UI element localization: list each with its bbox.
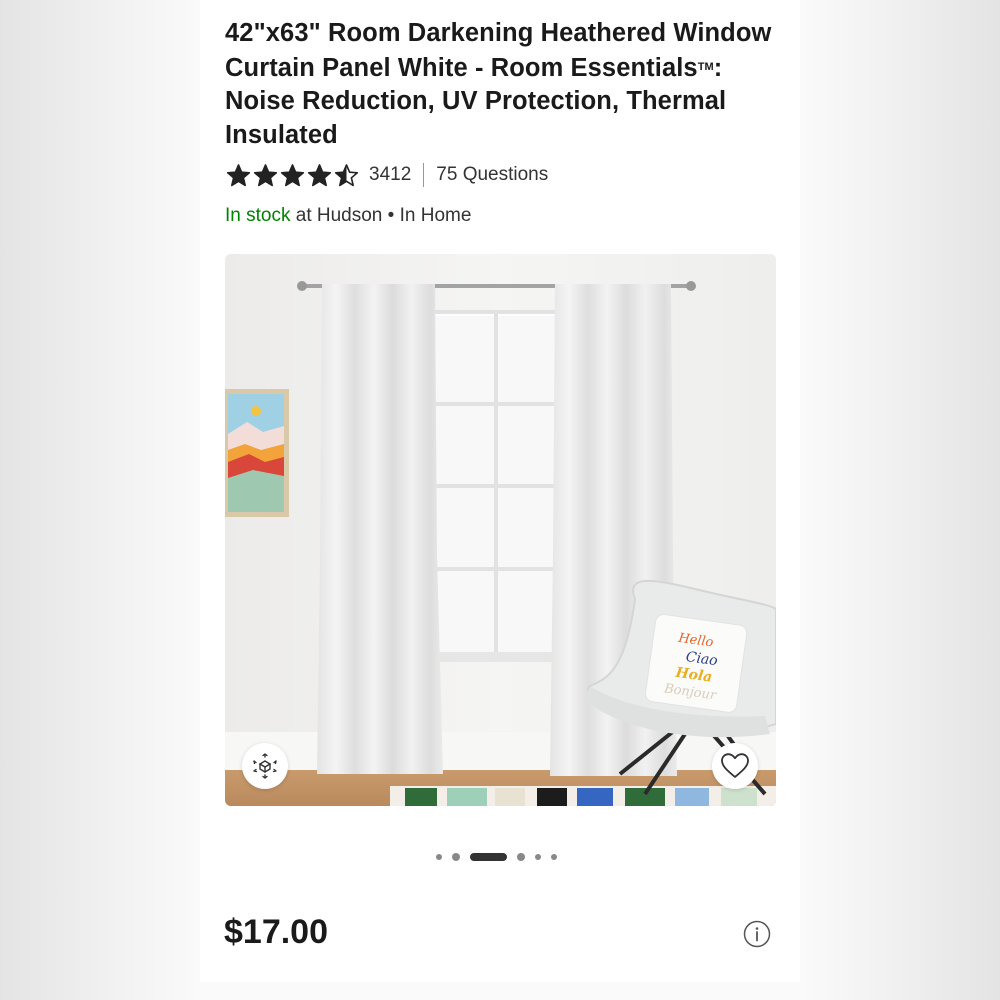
carousel-indicator[interactable] bbox=[436, 851, 557, 863]
star-full-icon bbox=[226, 163, 251, 186]
carousel-dot[interactable] bbox=[517, 853, 525, 861]
star-full-icon bbox=[253, 163, 278, 186]
info-icon[interactable] bbox=[743, 920, 771, 948]
trademark-mark: TM bbox=[697, 60, 714, 73]
fulfillment-label: • In Home bbox=[387, 205, 472, 226]
rating-row[interactable]: 3412 75 Questions bbox=[226, 162, 548, 188]
stock-status[interactable]: In stock at Hudson • In Home bbox=[225, 205, 471, 227]
store-location[interactable]: at Hudson bbox=[296, 205, 383, 226]
star-rating bbox=[226, 163, 359, 188]
stock-label: In stock bbox=[225, 205, 291, 226]
review-count[interactable]: 3412 bbox=[369, 164, 411, 186]
carousel-dot[interactable] bbox=[452, 853, 460, 861]
carousel-dot[interactable] bbox=[436, 854, 442, 860]
product-card: 42"x63" Room Darkening Heathered Window … bbox=[200, 0, 800, 982]
questions-link[interactable]: 75 Questions bbox=[436, 164, 548, 186]
product-title: 42"x63" Room Darkening Heathered Window … bbox=[225, 19, 772, 149]
favorite-button[interactable] bbox=[712, 743, 758, 789]
star-full-icon bbox=[280, 163, 305, 186]
product-image[interactable]: Hello Ciao Hola Bonjour bbox=[225, 254, 776, 806]
divider bbox=[423, 163, 425, 187]
carousel-dot-active[interactable] bbox=[470, 853, 507, 861]
ar-view-icon bbox=[253, 753, 277, 779]
star-full-icon bbox=[307, 163, 332, 186]
curtain-room-photo: Hello Ciao Hola Bonjour bbox=[225, 254, 776, 806]
star-half-icon bbox=[334, 163, 359, 186]
carousel-dot[interactable] bbox=[551, 854, 557, 860]
ar-view-button[interactable] bbox=[242, 743, 288, 789]
carousel-dot[interactable] bbox=[535, 854, 541, 860]
heart-icon bbox=[721, 753, 749, 778]
product-price: $17.00 bbox=[224, 913, 328, 951]
